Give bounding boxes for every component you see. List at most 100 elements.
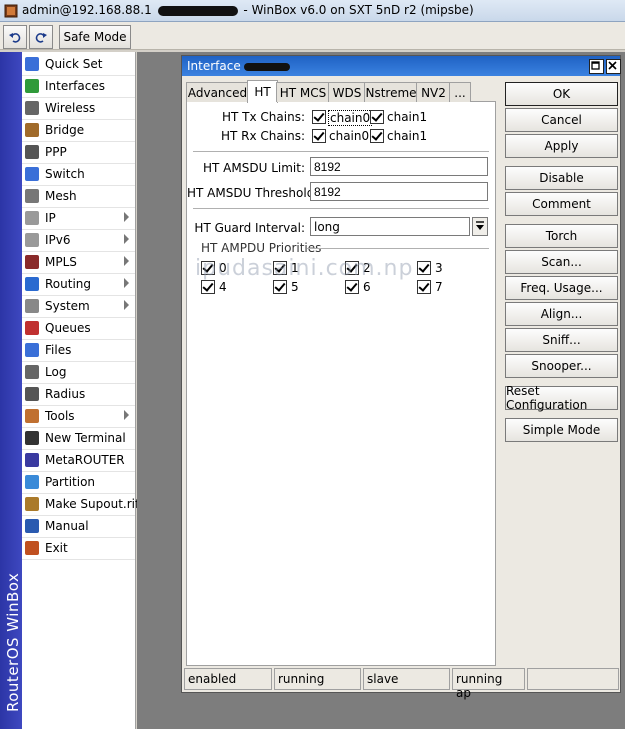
- sidebar-item-quick-set[interactable]: Quick Set: [22, 53, 135, 76]
- ampdu-priority-5-checkbox[interactable]: [273, 280, 287, 294]
- ampdu-priority-4-checkbox[interactable]: [201, 280, 215, 294]
- ht-tx-chains-label: HT Tx Chains:: [222, 110, 305, 124]
- amsdu-limit-label: HT AMSDU Limit:: [203, 161, 305, 175]
- sidebar-item-label: Exit: [45, 541, 68, 555]
- ampdu-priority-7-checkbox[interactable]: [417, 280, 431, 294]
- amsdu-threshold-input[interactable]: [310, 182, 488, 201]
- safe-mode-button[interactable]: Safe Mode: [59, 25, 131, 49]
- switch-icon: [25, 167, 39, 181]
- sidebar-item-label: PPP: [45, 145, 67, 159]
- sidebar-item-label: Partition: [45, 475, 96, 489]
- sidebar-item-label: Bridge: [45, 123, 85, 137]
- redo-icon: [35, 33, 47, 43]
- scan-button[interactable]: Scan...: [505, 250, 618, 274]
- sidebar-item-label: IPv6: [45, 233, 71, 247]
- sidebar-item-manual[interactable]: Manual: [22, 515, 135, 538]
- sidebar-item-new-terminal[interactable]: New Terminal: [22, 427, 135, 450]
- status-cell: running ap: [452, 668, 525, 700]
- tab-nstreme[interactable]: Nstreme: [364, 82, 418, 102]
- queues-icon: [25, 321, 39, 335]
- tab-nv2[interactable]: NV2: [416, 82, 451, 102]
- rx-chain1-checkbox[interactable]: [370, 129, 384, 143]
- tx-chain0-checkbox[interactable]: [312, 110, 326, 124]
- sidebar-item-ip[interactable]: IP: [22, 207, 135, 230]
- tab-ht-mcs[interactable]: HT MCS: [276, 82, 330, 102]
- sidebar-item-label: Quick Set: [45, 57, 103, 71]
- sidebar-item-wireless[interactable]: Wireless: [22, 97, 135, 120]
- sidebar-item-make-supout-rif[interactable]: Make Supout.rif: [22, 493, 139, 516]
- sniff-button[interactable]: Sniff...: [505, 328, 618, 352]
- sidebar-item-label: Tools: [45, 409, 75, 423]
- dialog-title-bar[interactable]: Interface: [182, 56, 621, 76]
- exit-icon: [25, 541, 39, 555]
- undo-button[interactable]: [3, 25, 27, 49]
- sidebar-item-exit[interactable]: Exit: [22, 537, 135, 560]
- sidebar-item-bridge[interactable]: Bridge: [22, 119, 135, 142]
- guard-interval-select[interactable]: long: [310, 217, 470, 236]
- apply-button[interactable]: Apply: [505, 134, 618, 158]
- sidebar-item-label: Routing: [45, 277, 92, 291]
- status-cell: [527, 668, 619, 690]
- tab-advanced[interactable]: Advanced: [186, 82, 249, 102]
- reset-configuration-button[interactable]: Reset Configuration: [505, 384, 618, 412]
- guard-interval-dropdown-button[interactable]: [472, 217, 488, 236]
- log-icon: [25, 365, 39, 379]
- ampdu-priority-3-checkbox[interactable]: [417, 261, 431, 275]
- sidebar-item-radius[interactable]: Radius: [22, 383, 135, 406]
- close-icon: [608, 61, 617, 70]
- tools-icon: [25, 409, 39, 423]
- sidebar-item-mpls[interactable]: MPLS: [22, 251, 135, 274]
- comment-button[interactable]: Comment: [505, 192, 618, 216]
- sidebar-item-label: Wireless: [45, 101, 96, 115]
- interfaces-icon: [25, 79, 39, 93]
- sidebar-item-interfaces[interactable]: Interfaces: [22, 75, 135, 98]
- sidebar-item-label: MetaROUTER: [45, 453, 125, 467]
- ok-button[interactable]: OK: [505, 82, 618, 106]
- simple-mode-button[interactable]: Simple Mode: [505, 418, 618, 442]
- sidebar-item-ipv6[interactable]: IPv6: [22, 229, 135, 252]
- brand-strip: RouterOS WinBox: [0, 52, 22, 729]
- chevron-down-icon: [476, 221, 484, 230]
- rx-chain0-checkbox[interactable]: [312, 129, 326, 143]
- sidebar-item-mesh[interactable]: Mesh: [22, 185, 135, 208]
- window-title: admin@192.168.88.1 - WinBox v6.0 on SXT …: [22, 3, 474, 17]
- maximize-button[interactable]: [589, 59, 604, 74]
- mpls-icon: [25, 255, 39, 269]
- amsdu-limit-input[interactable]: [310, 157, 488, 176]
- sidebar-item-switch[interactable]: Switch: [22, 163, 135, 186]
- sidebar-item-metarouter[interactable]: MetaROUTER: [22, 449, 135, 472]
- ampdu-priority-6-checkbox[interactable]: [345, 280, 359, 294]
- rx-chain0-label: chain0: [329, 129, 370, 143]
- ampdu-priorities-label: HT AMPDU Priorities: [201, 241, 322, 255]
- cancel-button[interactable]: Cancel: [505, 108, 618, 132]
- align-button[interactable]: Align...: [505, 302, 618, 326]
- interface-dialog: Interface HT Tx Chains: chain0 chain1 HT…: [181, 55, 621, 700]
- sidebar-item-system[interactable]: System: [22, 295, 135, 318]
- submenu-arrow-icon: [124, 212, 129, 222]
- sidebar-item-files[interactable]: Files: [22, 339, 135, 362]
- sidebar-item-routing[interactable]: Routing: [22, 273, 135, 296]
- status-cell: enabled: [184, 668, 272, 690]
- sidebar-item-queues[interactable]: Queues: [22, 317, 135, 340]
- sidebar-item-label: Make Supout.rif: [45, 497, 140, 511]
- disable-button[interactable]: Disable: [505, 166, 618, 190]
- freq-usage-button[interactable]: Freq. Usage...: [505, 276, 618, 300]
- sidebar-item-tools[interactable]: Tools: [22, 405, 135, 428]
- redo-button[interactable]: [29, 25, 53, 49]
- sidebar-item-label: IP: [45, 211, 56, 225]
- torch-button[interactable]: Torch: [505, 224, 618, 248]
- tab-more[interactable]: ...: [449, 82, 471, 102]
- tab-ht[interactable]: HT: [247, 80, 278, 103]
- dialog-title: Interface: [187, 59, 241, 73]
- sidebar-item-log[interactable]: Log: [22, 361, 135, 384]
- sidebar-item-ppp[interactable]: PPP: [22, 141, 135, 164]
- tx-chain1-checkbox[interactable]: [370, 110, 384, 124]
- sidebar-item-label: Radius: [45, 387, 86, 401]
- status-cell: running: [274, 668, 361, 690]
- close-button[interactable]: [606, 59, 621, 74]
- snooper-button[interactable]: Snooper...: [505, 354, 618, 378]
- ampdu-priority-label: 7: [435, 280, 443, 294]
- tab-wds[interactable]: WDS: [328, 82, 366, 102]
- sidebar-item-partition[interactable]: Partition: [22, 471, 135, 494]
- divider: [193, 151, 489, 152]
